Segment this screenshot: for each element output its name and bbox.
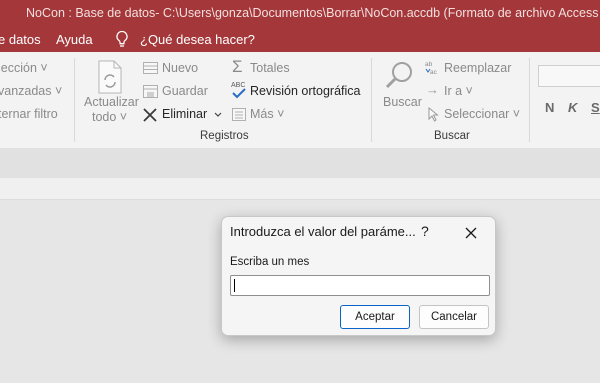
group-label-buscar: Buscar [434,130,470,142]
underline-button[interactable]: S [591,100,600,115]
ribbon: lección ˅ vanzadas ˅ ternar filtro Actua… [0,52,600,149]
refresh-all-dropdown[interactable]: todo ˅ [92,110,127,124]
save-icon [143,85,158,98]
close-icon[interactable] [461,223,481,243]
seleccion-button[interactable]: lección ˅ [0,61,48,75]
select-cursor-icon [428,107,439,122]
go-to-button[interactable]: Ir a ˅ [444,84,473,98]
more-button[interactable]: Más ˅ [250,107,284,121]
new-record-icon [143,62,158,74]
toolbar-strip [0,148,600,178]
help-icon[interactable]: ? [421,223,429,239]
delete-record-button[interactable]: Eliminar [162,107,207,121]
chevron-down-icon[interactable] [214,112,222,118]
svg-text:ab: ab [425,61,433,68]
lightbulb-icon[interactable] [114,30,130,49]
ribbon-divider [529,58,530,142]
spelling-check-icon: ABC [231,82,246,99]
replace-button[interactable]: Reemplazar [444,61,511,75]
more-options-icon [232,108,246,121]
ribbon-divider [371,58,372,142]
menu-tab-ayuda[interactable]: Ayuda [56,32,93,47]
cancel-button[interactable]: Cancelar [419,305,489,329]
accept-button[interactable]: Aceptar [340,305,410,329]
svg-text:ABC: ABC [231,82,245,89]
refresh-all-icon[interactable] [96,60,124,94]
sigma-icon: Σ [232,57,243,76]
svg-text:ac: ac [430,69,438,75]
parameter-input[interactable] [230,275,490,296]
replace-icon: ab ac [425,61,438,75]
dialog-title: Introduzca el valor del paráme... [230,224,416,239]
spelling-button[interactable]: Revisión ortográfica [250,84,360,98]
delete-icon [143,108,157,122]
bold-button[interactable]: N [545,100,554,115]
parameter-dialog: Introduzca el valor del paráme... ? Escr… [221,216,496,336]
new-record-button[interactable]: Nuevo [162,61,198,75]
menu-tab-datos[interactable]: e datos [0,32,41,47]
tell-me-search[interactable]: ¿Qué desea hacer? [140,32,255,47]
arrow-right-icon: → [426,82,439,97]
document-tab-strip [0,178,600,200]
group-label-registros: Registros [200,130,249,142]
save-record-button[interactable]: Guardar [162,84,208,98]
ribbon-divider [74,58,75,142]
dialog-prompt: Escriba un mes [230,256,310,268]
find-button[interactable]: Buscar [383,95,422,109]
title-bar: NoCon : Base de datos- C:\Users\gonza\Do… [0,0,600,27]
font-name-combo[interactable] [538,65,600,87]
alternar-filtro-button[interactable]: ternar filtro [0,107,58,121]
select-button[interactable]: Seleccionar ˅ [444,107,520,121]
avanzadas-button[interactable]: vanzadas ˅ [0,84,62,98]
italic-button[interactable]: K [568,100,577,115]
menu-bar: e datos Ayuda ¿Qué desea hacer? [0,27,600,52]
refresh-all-label[interactable]: Actualizar [84,95,139,109]
window-title: NoCon : Base de datos- C:\Users\gonza\Do… [26,6,600,20]
text-caret [234,279,235,292]
totals-button[interactable]: Totales [250,61,290,75]
search-icon[interactable] [385,60,415,90]
